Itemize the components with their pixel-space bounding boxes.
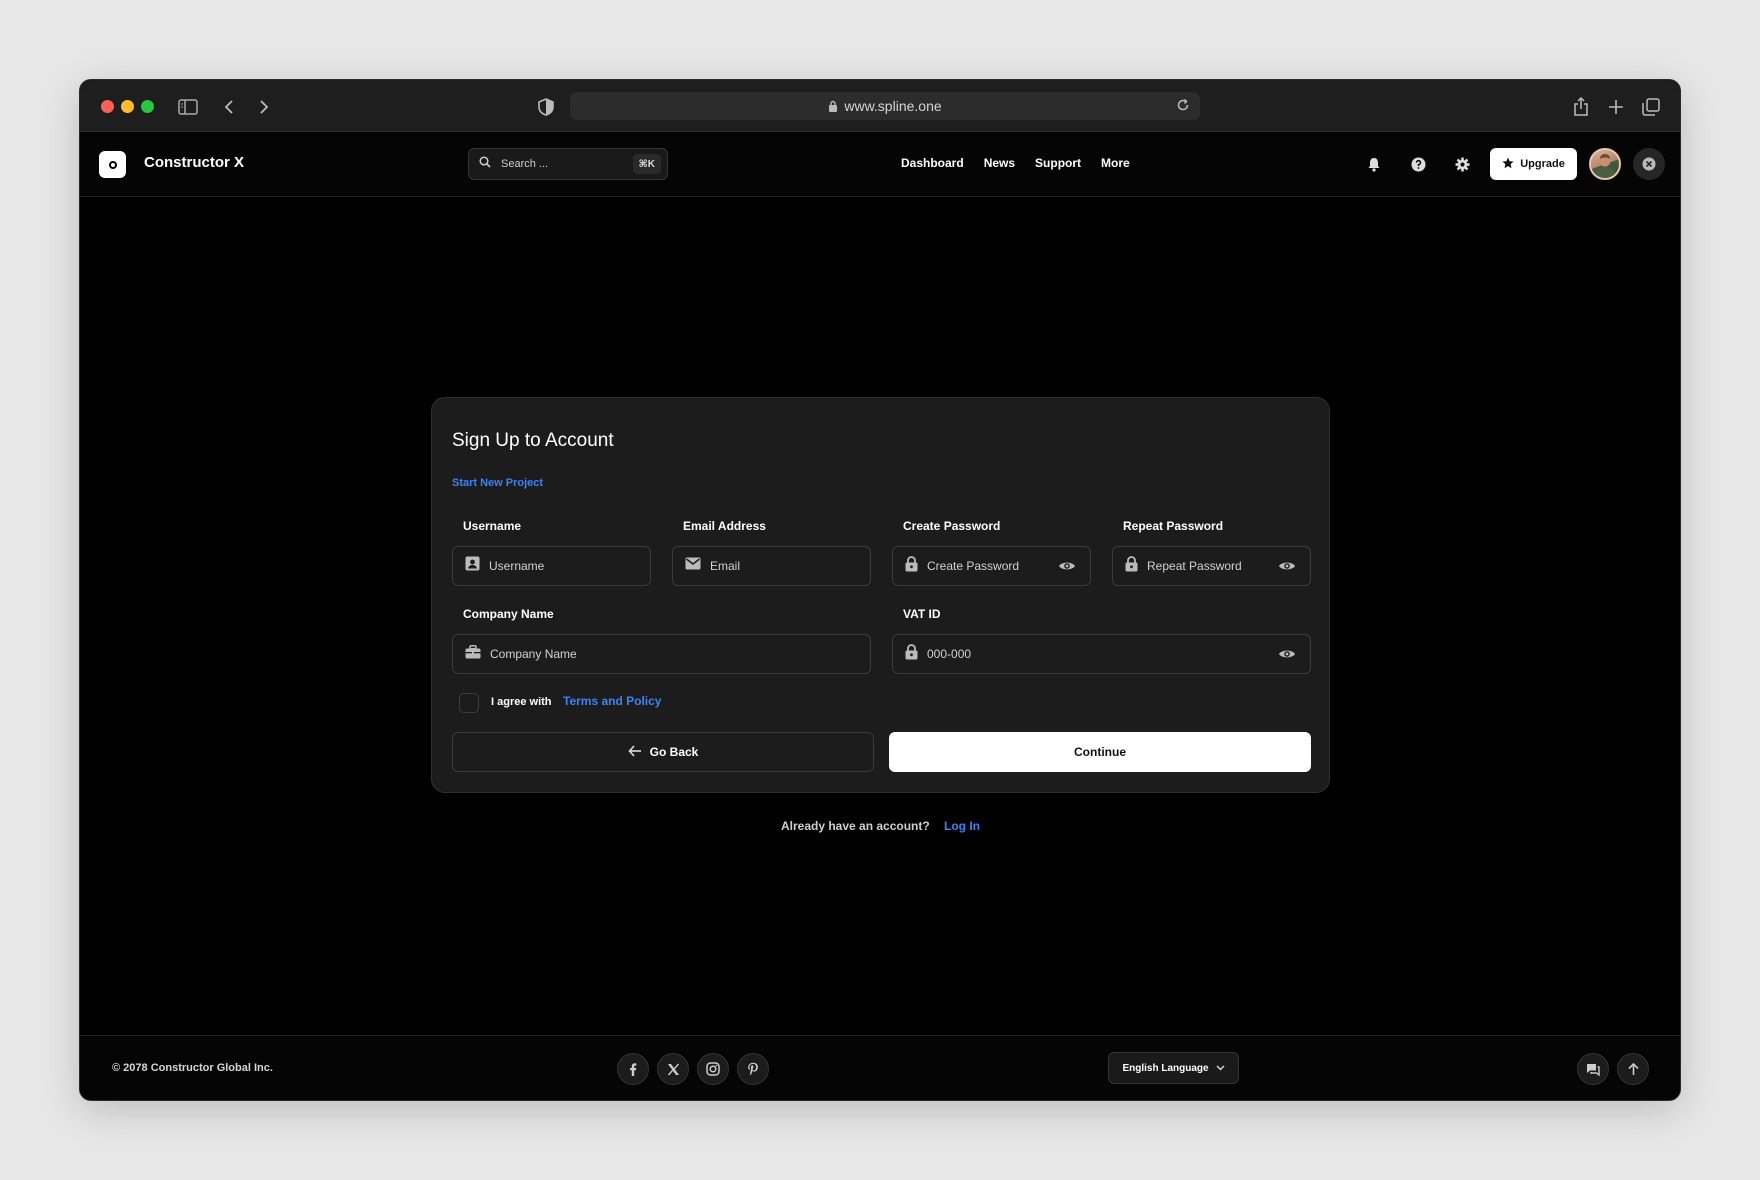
copyright-text: © 2078 Constructor Global Inc. xyxy=(112,1062,273,1074)
facebook-icon[interactable] xyxy=(617,1053,649,1085)
app-logo[interactable] xyxy=(99,151,126,178)
contact-card-icon xyxy=(465,556,480,576)
email-field[interactable] xyxy=(672,546,871,586)
address-bar[interactable]: www.spline.one xyxy=(570,92,1200,120)
start-new-project-link[interactable]: Start New Project xyxy=(452,477,543,489)
share-icon[interactable] xyxy=(1568,94,1594,120)
search-input[interactable] xyxy=(501,158,621,170)
search-shortcut-badge: ⌘K xyxy=(632,154,661,174)
main-nav: Dashboard News Support More xyxy=(901,156,1130,170)
signup-card: Sign Up to Account Start New Project Use… xyxy=(431,397,1330,793)
create-password-field[interactable] xyxy=(892,546,1091,586)
search-box[interactable]: ⌘K xyxy=(468,148,668,180)
repeat-password-field[interactable] xyxy=(1112,546,1311,586)
lock-icon xyxy=(1125,555,1138,577)
close-icon[interactable] xyxy=(1633,148,1665,180)
nav-support[interactable]: Support xyxy=(1035,156,1081,170)
lock-icon xyxy=(828,100,838,112)
terms-link[interactable]: Terms and Policy xyxy=(563,694,661,708)
app-title: Constructor X xyxy=(144,154,245,171)
gear-icon[interactable] xyxy=(1450,152,1474,176)
upgrade-label: Upgrade xyxy=(1520,158,1565,170)
back-arrow-icon[interactable] xyxy=(216,94,242,120)
eye-icon[interactable] xyxy=(1272,648,1302,660)
new-tab-icon[interactable] xyxy=(1603,94,1629,120)
pinterest-icon[interactable] xyxy=(737,1053,769,1085)
already-account-text: Already have an account? xyxy=(781,819,930,833)
lock-icon xyxy=(905,555,918,577)
x-twitter-icon[interactable] xyxy=(657,1053,689,1085)
eye-icon[interactable] xyxy=(1052,560,1082,572)
instagram-icon[interactable] xyxy=(697,1053,729,1085)
lock-icon xyxy=(905,643,918,665)
create-password-label: Create Password xyxy=(903,519,1001,533)
continue-button[interactable]: Continue xyxy=(889,732,1311,772)
minimize-window-button[interactable] xyxy=(121,100,134,113)
go-back-button[interactable]: Go Back xyxy=(452,732,874,772)
company-label: Company Name xyxy=(463,607,554,621)
repeat-password-input[interactable] xyxy=(1147,559,1272,573)
eye-icon[interactable] xyxy=(1272,560,1302,572)
browser-window: www.spline.one Constructor X ⌘K Dashboar… xyxy=(79,79,1681,1101)
bell-icon[interactable] xyxy=(1362,152,1386,176)
shield-icon[interactable] xyxy=(533,94,559,120)
search-icon xyxy=(479,155,491,173)
go-back-label: Go Back xyxy=(649,745,699,759)
footer: © 2078 Constructor Global Inc. English L… xyxy=(80,1035,1680,1100)
email-input[interactable] xyxy=(710,559,870,573)
vat-label: VAT ID xyxy=(903,607,941,621)
nav-news[interactable]: News xyxy=(984,156,1015,170)
forward-arrow-icon[interactable] xyxy=(251,94,277,120)
email-label: Email Address xyxy=(683,519,766,533)
arrow-up-icon[interactable] xyxy=(1617,1053,1649,1085)
repeat-password-label: Repeat Password xyxy=(1123,519,1224,533)
page-title: Sign Up to Account xyxy=(452,430,614,451)
help-icon[interactable] xyxy=(1406,152,1430,176)
username-label: Username xyxy=(463,519,522,533)
create-password-input[interactable] xyxy=(927,559,1052,573)
upgrade-button[interactable]: Upgrade xyxy=(1490,148,1577,180)
avatar[interactable] xyxy=(1589,148,1621,180)
sidebar-toggle-icon[interactable] xyxy=(175,94,201,120)
language-label: English Language xyxy=(1122,1062,1209,1074)
continue-label: Continue xyxy=(1074,745,1126,759)
arrow-left-icon xyxy=(628,744,642,760)
chat-icon[interactable] xyxy=(1577,1053,1609,1085)
url-text: www.spline.one xyxy=(844,98,942,114)
terms-checkbox[interactable] xyxy=(459,693,479,713)
app-header: Constructor X ⌘K Dashboard News Support … xyxy=(80,132,1680,197)
company-input[interactable] xyxy=(490,647,870,661)
tab-overview-icon[interactable] xyxy=(1638,94,1664,120)
star-icon xyxy=(1502,157,1514,172)
mail-icon xyxy=(685,557,701,575)
username-field[interactable] xyxy=(452,546,651,586)
briefcase-icon xyxy=(465,644,481,664)
language-selector[interactable]: English Language xyxy=(1108,1052,1239,1084)
maximize-window-button[interactable] xyxy=(141,100,154,113)
reload-icon[interactable] xyxy=(1176,98,1190,112)
close-window-button[interactable] xyxy=(101,100,114,113)
nav-dashboard[interactable]: Dashboard xyxy=(901,156,964,170)
nav-more[interactable]: More xyxy=(1101,156,1130,170)
vat-input[interactable] xyxy=(927,647,1272,661)
browser-toolbar: www.spline.one xyxy=(80,80,1680,132)
chevron-down-icon xyxy=(1216,1063,1225,1074)
company-field[interactable] xyxy=(452,634,871,674)
login-link[interactable]: Log In xyxy=(944,819,980,833)
vat-field[interactable] xyxy=(892,634,1311,674)
username-input[interactable] xyxy=(489,559,650,573)
agree-label: I agree with xyxy=(491,696,552,708)
